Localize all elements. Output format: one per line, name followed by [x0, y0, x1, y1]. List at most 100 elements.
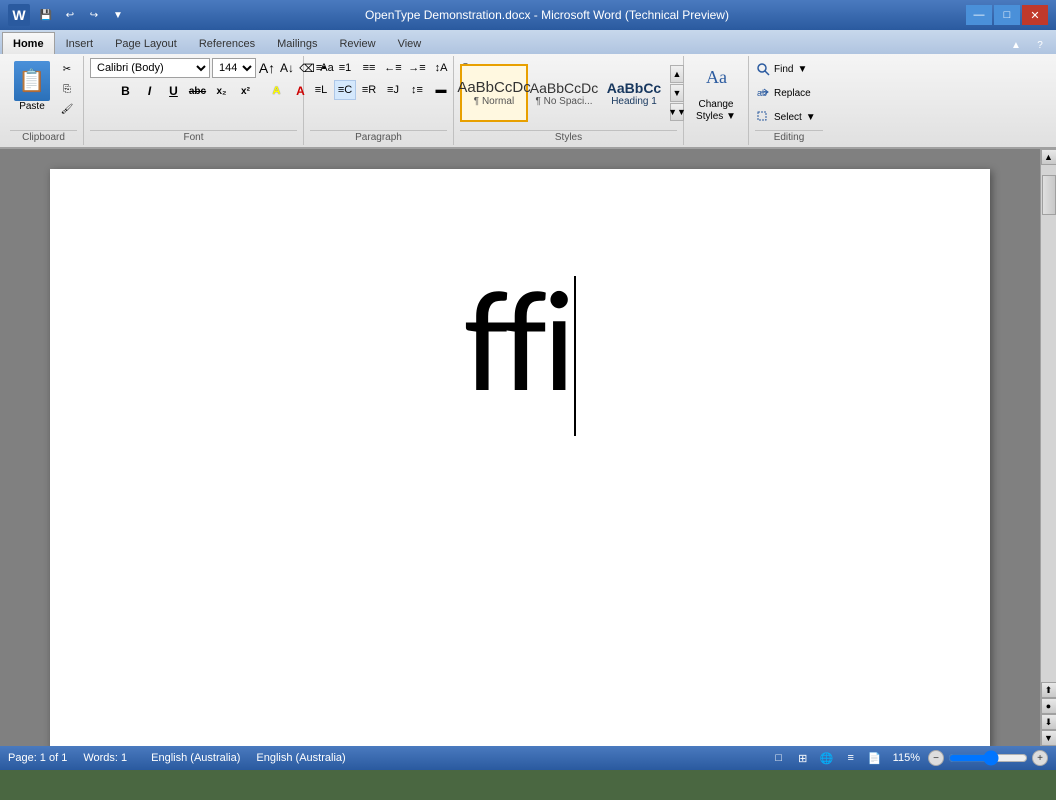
- align-left-button[interactable]: ≡L: [310, 80, 332, 100]
- maximize-button[interactable]: □: [994, 5, 1020, 25]
- minimize-button[interactable]: —: [966, 5, 992, 25]
- numbered-list-button[interactable]: ≡1: [334, 58, 356, 78]
- tab-home[interactable]: Home: [2, 32, 55, 54]
- status-bar: Page: 1 of 1 Words: 1 English (Australia…: [0, 746, 1056, 770]
- multilevel-list-button[interactable]: ≡≡: [358, 58, 380, 78]
- change-styles-button[interactable]: Aa ChangeStyles ▼: [690, 63, 742, 123]
- grow-font-button[interactable]: A↑: [258, 59, 276, 77]
- web-layout-btn[interactable]: 🌐: [817, 749, 837, 767]
- app-window: W 💾 ↩ ↪ ▼ OpenType Demonstration.docx - …: [0, 0, 1056, 770]
- font-group-label: Font: [90, 130, 297, 143]
- shrink-font-button[interactable]: A↓: [278, 59, 296, 77]
- tab-insert[interactable]: Insert: [55, 32, 105, 54]
- find-icon: [756, 62, 770, 76]
- save-quick-btn[interactable]: 💾: [36, 6, 56, 24]
- change-styles-label: ChangeStyles ▼: [696, 99, 736, 123]
- decrease-indent-button[interactable]: ←≡: [382, 58, 404, 78]
- tab-view[interactable]: View: [387, 32, 433, 54]
- style-heading1-label: Heading 1: [611, 96, 657, 107]
- find-button[interactable]: Find ▼: [755, 58, 808, 80]
- draft-btn[interactable]: 📄: [865, 749, 885, 767]
- scroll-select-button[interactable]: ●: [1041, 698, 1056, 714]
- font-name-row: Calibri (Body) 144 A↑ A↓ ⌫ Aa: [90, 58, 336, 78]
- tab-page-layout[interactable]: Page Layout: [104, 32, 188, 54]
- align-right-button[interactable]: ≡R: [358, 80, 380, 100]
- select-label: Select: [774, 112, 802, 123]
- scroll-next-page-button[interactable]: ⬇: [1041, 714, 1056, 730]
- styles-scroll-up[interactable]: ▲: [670, 65, 684, 83]
- para-row1: ≡• ≡1 ≡≡ ←≡ →≡ ↕A ¶: [310, 58, 476, 78]
- scroll-down-button[interactable]: ▼: [1041, 730, 1056, 746]
- cut-button[interactable]: ✂: [56, 60, 78, 78]
- outline-btn[interactable]: ≡: [841, 749, 861, 767]
- undo-quick-btn[interactable]: ↩: [60, 6, 80, 24]
- bullet-list-button[interactable]: ≡•: [310, 58, 332, 78]
- customize-qa-btn[interactable]: ▼: [108, 6, 128, 24]
- editing-group: Find ▼ ab Replace Select ▼: [749, 56, 829, 145]
- paste-label: Paste: [19, 101, 45, 112]
- format-painter-button[interactable]: 🖌: [56, 100, 78, 118]
- style-normal[interactable]: AaBbCcDc ¶ Normal: [460, 64, 528, 122]
- styles-more[interactable]: ▼▼: [670, 103, 684, 121]
- increase-indent-button[interactable]: →≡: [406, 58, 428, 78]
- sort-button[interactable]: ↕A: [430, 58, 452, 78]
- bold-button[interactable]: B: [115, 80, 137, 102]
- words-info: Words: 1: [83, 752, 127, 764]
- svg-text:ab: ab: [757, 88, 767, 98]
- window-title: OpenType Demonstration.docx - Microsoft …: [128, 8, 966, 22]
- select-icon: [756, 110, 770, 124]
- line-spacing-button[interactable]: ↕≡: [406, 80, 428, 100]
- shading-button[interactable]: ▬: [430, 80, 452, 100]
- app-icon: W: [8, 4, 30, 26]
- strikethrough-button[interactable]: abc: [187, 80, 209, 102]
- scroll-up-button[interactable]: ▲: [1041, 149, 1056, 165]
- zoom-slider[interactable]: [948, 750, 1028, 766]
- find-label: Find: [774, 64, 793, 75]
- highlight-button[interactable]: A: [266, 80, 288, 102]
- language-text: English (Australia): [256, 752, 345, 764]
- copy-button[interactable]: ⎘: [56, 80, 78, 98]
- replace-button[interactable]: ab Replace: [755, 82, 812, 104]
- svg-text:Aa: Aa: [706, 67, 727, 87]
- scroll-prev-page-button[interactable]: ⬆: [1041, 682, 1056, 698]
- para-row2: ≡L ≡C ≡R ≡J ↕≡ ▬ □: [310, 80, 476, 100]
- ribbon-collapse-btn[interactable]: ▲: [1006, 36, 1026, 54]
- align-center-button[interactable]: ≡C: [334, 80, 356, 100]
- status-right: □ ⊞ 🌐 ≡ 📄 115% − +: [769, 749, 1048, 767]
- italic-button[interactable]: I: [139, 80, 161, 102]
- superscript-button[interactable]: x²: [235, 80, 257, 102]
- scroll-track[interactable]: [1041, 165, 1056, 682]
- document-area[interactable]: ffi: [0, 149, 1040, 746]
- scroll-thumb[interactable]: [1042, 175, 1056, 215]
- zoom-out-button[interactable]: −: [928, 750, 944, 766]
- redo-quick-btn[interactable]: ↪: [84, 6, 104, 24]
- document-text: ffi: [464, 269, 576, 436]
- font-name-select[interactable]: Calibri (Body): [90, 58, 210, 78]
- ribbon: 📋 Paste ✂ ⎘ 🖌 Clipboard Calibri (Body): [0, 54, 1056, 149]
- justify-button[interactable]: ≡J: [382, 80, 404, 100]
- style-heading1[interactable]: AaBbCc Heading 1: [600, 64, 668, 122]
- style-no-spacing[interactable]: AaBbCcDc ¶ No Spaci...: [530, 64, 598, 122]
- paragraph-group-label: Paragraph: [310, 130, 447, 143]
- zoom-in-button[interactable]: +: [1032, 750, 1048, 766]
- tab-mailings[interactable]: Mailings: [266, 32, 328, 54]
- ribbon-tab-bar: Home Insert Page Layout References Maili…: [0, 30, 1056, 54]
- select-button[interactable]: Select ▼: [755, 106, 817, 128]
- title-bar: W 💾 ↩ ↪ ▼ OpenType Demonstration.docx - …: [0, 0, 1056, 30]
- tab-review[interactable]: Review: [328, 32, 386, 54]
- font-format-row: B I U abc x₂ x² A A: [115, 80, 312, 102]
- font-size-select[interactable]: 144: [212, 58, 256, 78]
- print-layout-btn[interactable]: □: [769, 749, 789, 767]
- underline-button[interactable]: U: [163, 80, 185, 102]
- fullscreen-btn[interactable]: ⊞: [793, 749, 813, 767]
- styles-scroll-down[interactable]: ▼: [670, 84, 684, 102]
- document-page: ffi: [50, 169, 990, 746]
- close-button[interactable]: ✕: [1022, 5, 1048, 25]
- help-btn[interactable]: ?: [1030, 36, 1050, 54]
- paste-button[interactable]: 📋 Paste: [10, 58, 54, 118]
- styles-group-label: Styles: [460, 130, 677, 143]
- font-group: Calibri (Body) 144 A↑ A↓ ⌫ Aa B I U abc …: [84, 56, 304, 145]
- clipboard-group: 📋 Paste ✂ ⎘ 🖌 Clipboard: [4, 56, 84, 145]
- tab-references[interactable]: References: [188, 32, 266, 54]
- subscript-button[interactable]: x₂: [211, 80, 233, 102]
